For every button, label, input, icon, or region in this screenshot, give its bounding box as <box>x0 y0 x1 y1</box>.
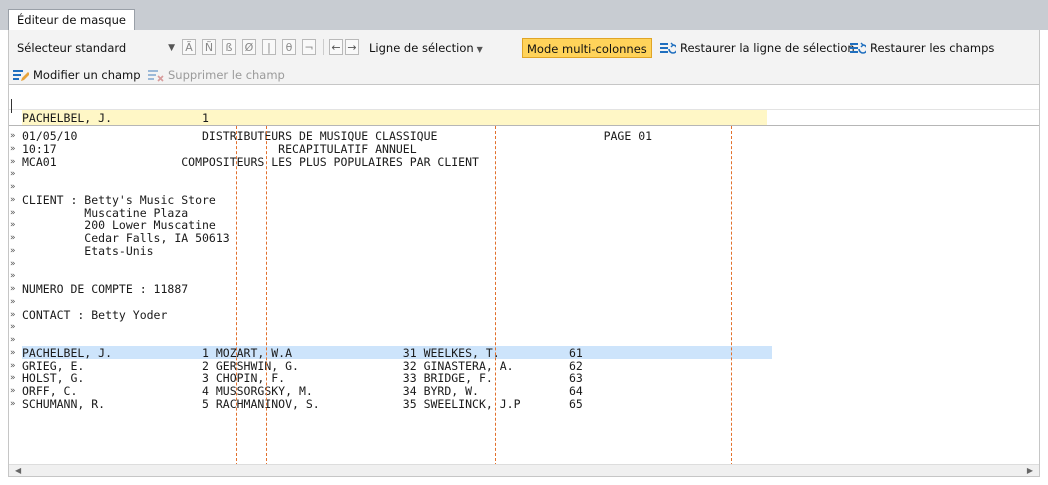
report-line[interactable]: 01/05/10 DISTRIBUTEURS DE MUSIQUE CLASSI… <box>22 130 652 142</box>
line-marker: » <box>10 398 16 409</box>
column-marker-3[interactable] <box>495 126 496 466</box>
format-button-eszett[interactable]: ß <box>222 39 236 55</box>
tab-bar: Éditeur de masque <box>0 0 1048 30</box>
line-marker: » <box>10 245 16 256</box>
format-button-a-tilde[interactable]: Ã <box>182 39 196 55</box>
arrow-right-button[interactable]: → <box>345 39 359 55</box>
column-marker-1[interactable] <box>236 126 237 466</box>
line-marker: » <box>10 220 16 231</box>
selection-line-label: Ligne de sélection <box>369 41 474 55</box>
delete-field-label: Supprimer le champ <box>168 68 285 82</box>
line-marker: » <box>10 309 16 320</box>
report-line[interactable]: SCHUMANN, R. 5 RACHMANINOV, S. 35 SWEELI… <box>22 398 583 410</box>
modify-field-button[interactable]: Modifier un champ <box>13 66 141 84</box>
report-line[interactable]: PACHELBEL, J. 1 MOZART, W.A 31 WEELKES, … <box>22 347 583 359</box>
format-button-not[interactable]: ¬ <box>302 39 316 55</box>
text-cursor <box>11 99 12 113</box>
report-line[interactable]: MCA01 COMPOSITEURS LES PLUS POPULAIRES P… <box>22 156 479 168</box>
selection-line-text: PACHELBEL, J. 1 <box>22 111 209 125</box>
selector-dropdown[interactable]: Sélecteur standard ▼ <box>17 39 175 57</box>
report-line[interactable]: 200 Lower Muscatine <box>22 219 216 231</box>
edit-field-icon <box>13 70 29 81</box>
toolbar-divider <box>323 39 324 55</box>
line-marker: » <box>10 207 16 218</box>
multi-column-mode-button[interactable]: Mode multi-colonnes <box>522 38 652 58</box>
modify-field-label: Modifier un champ <box>33 68 141 82</box>
restore-fields-icon <box>850 42 866 54</box>
line-marker: » <box>10 347 16 358</box>
line-marker: » <box>10 258 16 269</box>
report-line[interactable]: GRIEG, E. 2 GERSHWIN, G. 32 GINASTERA, A… <box>22 360 583 372</box>
mask-editor-canvas[interactable]: PACHELBEL, J. 1 » 01/05/10 DISTRIBUTEURS … <box>8 84 1040 477</box>
report-line[interactable]: ORFF, C. 4 MUSSORGSKY, M. 34 BYRD, W. 64 <box>22 385 583 397</box>
format-button-n-tilde[interactable]: Ñ <box>202 39 216 55</box>
chevron-down-icon[interactable]: ▼ <box>168 39 175 57</box>
restore-selection-line-button[interactable]: Restaurer la ligne de sélection <box>660 39 855 57</box>
line-marker: » <box>10 233 16 243</box>
report-line[interactable]: Etats-Unis <box>22 245 153 257</box>
restore-line-label: Restaurer la ligne de sélection <box>680 41 855 55</box>
tab-mask-editor[interactable]: Éditeur de masque <box>8 9 135 30</box>
format-button-o-slash[interactable]: Ø <box>242 39 256 55</box>
line-marker: » <box>10 296 16 307</box>
restore-line-icon <box>660 42 676 54</box>
line-marker: » <box>10 169 16 180</box>
delete-field-icon <box>148 70 164 82</box>
toolbar-row-2: Modifier un champ Supprimer le champ <box>9 66 1039 84</box>
restore-fields-button[interactable]: Restaurer les champs <box>850 39 994 57</box>
horizontal-scrollbar[interactable]: ◀ ▶ <box>9 464 1039 476</box>
line-marker: » <box>10 360 16 371</box>
chevron-down-icon: ▼ <box>476 45 483 54</box>
report-line[interactable]: CONTACT : Betty Yoder <box>22 309 167 321</box>
selector-value: Sélecteur standard <box>17 41 127 55</box>
selection-line-dropdown[interactable]: Ligne de sélection ▼ <box>369 39 483 57</box>
empty-input-row[interactable] <box>9 93 1039 113</box>
selection-line-divider <box>9 125 1039 126</box>
arrow-left-button[interactable]: ← <box>329 39 343 55</box>
line-marker: » <box>10 271 16 282</box>
toolbar: Sélecteur standard ▼ Ã Ñ ß Ø | θ ¬ ← → L… <box>8 30 1040 84</box>
line-marker: » <box>10 194 16 205</box>
line-marker: » <box>10 284 16 294</box>
scroll-left-icon[interactable]: ◀ <box>15 465 21 476</box>
line-marker: » <box>10 182 16 192</box>
scroll-right-icon[interactable]: ▶ <box>1027 465 1033 476</box>
line-marker: » <box>10 386 16 396</box>
restore-fields-label: Restaurer les champs <box>870 41 995 55</box>
line-marker: » <box>10 335 16 345</box>
report-line[interactable]: Cedar Falls, IA 50613 <box>22 232 229 244</box>
delete-field-button[interactable]: Supprimer le champ <box>148 66 285 84</box>
format-button-theta[interactable]: θ <box>282 39 296 55</box>
line-marker: » <box>10 131 16 141</box>
format-button-pipe[interactable]: | <box>262 39 276 55</box>
report-line[interactable]: 10:17 RECAPITULATIF ANNUEL <box>22 143 417 155</box>
line-marker: » <box>10 373 16 384</box>
line-marker: » <box>10 156 16 167</box>
report-line[interactable]: CLIENT : Betty's Music Store <box>22 194 216 206</box>
report-line[interactable]: HOLST, G. 3 CHOPIN, F. 33 BRIDGE, F. 63 <box>22 372 583 384</box>
line-marker: » <box>10 143 16 154</box>
report-line[interactable]: NUMERO DE COMPTE : 11887 <box>22 283 188 295</box>
column-marker-4[interactable] <box>731 126 732 466</box>
column-marker-2[interactable] <box>266 126 267 466</box>
toolbar-row-1: Sélecteur standard ▼ Ã Ñ ß Ø | θ ¬ ← → L… <box>9 37 1039 59</box>
report-line[interactable]: Muscatine Plaza <box>22 207 188 219</box>
line-marker: » <box>10 322 16 333</box>
